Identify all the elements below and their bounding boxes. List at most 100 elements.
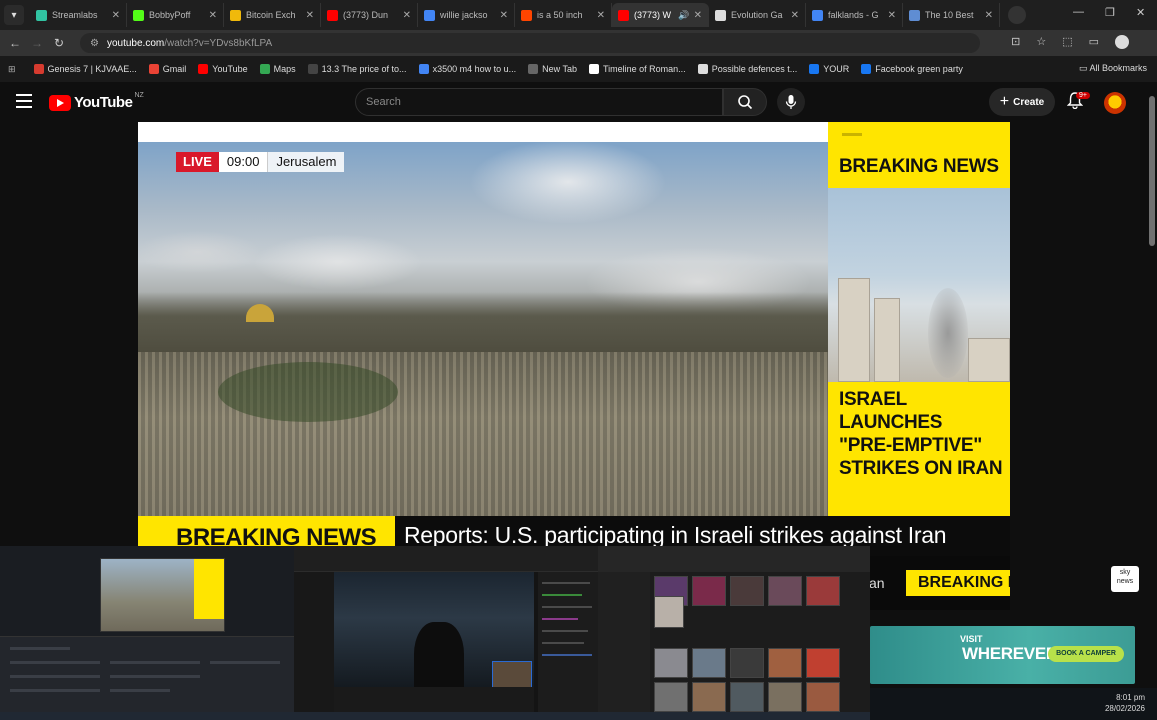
all-bookmarks-link[interactable]: ▭ All Bookmarks <box>1079 63 1147 74</box>
building <box>838 278 870 382</box>
bookmark-star-icon[interactable]: ☆ <box>1036 35 1046 49</box>
browser-toolbar: ← → ↻ ⚙ youtube.com /watch?v=YDvs8bKfLPA… <box>0 30 1157 56</box>
browser-tab[interactable]: (3773) Dun ✕ <box>321 3 418 27</box>
bookmark-label: x3500 m4 how to u... <box>432 64 517 74</box>
bookmark-favicon-icon <box>198 64 209 74</box>
tab-favicon-icon <box>133 9 144 21</box>
video-player[interactable]: LIVE 09:00 Jerusalem ▬▬ BREAKING NEWS IS… <box>138 122 1010 610</box>
close-window-icon[interactable]: ✕ <box>1136 6 1145 19</box>
notification-count-badge: 9+ <box>1076 92 1090 99</box>
tab-audio-icon[interactable]: 🔊 <box>678 10 689 21</box>
search-input[interactable]: Search <box>355 88 723 116</box>
city-skyline <box>138 292 828 352</box>
live-location: Jerusalem <box>267 152 345 172</box>
tab-label: willie jackso <box>440 10 488 20</box>
search-button[interactable] <box>723 88 767 116</box>
side-panel-logo: ▬▬ <box>842 128 862 139</box>
system-clock[interactable]: 8:01 pm 28/02/2026 <box>1105 692 1145 714</box>
youtube-logo-text: YouTube <box>74 94 133 111</box>
tab-close-icon[interactable]: ✕ <box>500 10 508 21</box>
bookmark-label: Possible defences t... <box>711 64 798 74</box>
tab-close-icon[interactable]: ✕ <box>888 10 896 21</box>
install-app-icon[interactable]: ⊡ <box>1011 35 1020 49</box>
ad-cta-button[interactable]: BOOK A CAMPER <box>1048 646 1124 662</box>
bookmark-item[interactable]: Maps <box>259 64 296 74</box>
window-preview-overlay <box>0 546 870 712</box>
bookmark-favicon-icon <box>307 64 318 74</box>
search-preview-sidebar <box>598 572 650 712</box>
bookmark-favicon-icon <box>148 64 159 74</box>
tab-close-icon[interactable]: ✕ <box>791 10 799 21</box>
tab-favicon-icon <box>327 9 338 21</box>
window-preview-obs[interactable] <box>0 546 294 712</box>
bookmark-item[interactable]: Gmail <box>148 64 186 74</box>
browser-tab[interactable]: Streamlabs ✕ <box>30 3 127 27</box>
clock-time: 8:01 pm <box>1116 693 1145 702</box>
voice-search-button[interactable] <box>777 88 805 116</box>
forward-icon[interactable]: → <box>26 36 48 50</box>
stream-preview-header <box>294 546 598 572</box>
maximize-icon[interactable]: ❐ <box>1105 6 1115 19</box>
side-headline: ISRAEL LAUNCHES "PRE-EMPTIVE" STRIKES ON… <box>839 388 1004 480</box>
window-preview-search[interactable] <box>598 546 870 712</box>
apps-grid-icon[interactable]: ⊞ <box>8 64 16 75</box>
account-avatar[interactable] <box>1104 92 1126 114</box>
bookmark-favicon-icon <box>588 64 599 74</box>
youtube-logo[interactable]: YouTube NZ <box>49 92 144 111</box>
browser-tab[interactable]: willie jackso ✕ <box>418 3 515 27</box>
bookmark-item[interactable]: x3500 m4 how to u... <box>418 64 517 74</box>
bookmark-item[interactable]: Genesis 7 | KJVAAE... <box>33 64 137 74</box>
browser-tab[interactable]: Bitcoin Exch ✕ <box>224 3 321 27</box>
bookmark-list: Genesis 7 | KJVAAE... Gmail YouTube Maps 13.… <box>33 64 975 74</box>
bookmark-item[interactable]: 13.3 The price of to... <box>307 64 407 74</box>
strap-breaking-news: BREAKING N <box>906 570 1010 596</box>
bookmark-item[interactable]: YOUR <box>809 64 849 74</box>
window-preview-stream[interactable] <box>294 546 598 712</box>
tab-search-button[interactable]: ▾ <box>4 5 24 25</box>
browser-tab[interactable]: BobbyPoff ✕ <box>127 3 224 27</box>
bookmark-item[interactable]: YouTube <box>198 64 248 74</box>
tab-close-icon[interactable]: ✕ <box>112 10 120 21</box>
smoke-plume <box>928 288 968 378</box>
tab-close-icon[interactable]: ✕ <box>597 10 605 21</box>
tab-close-icon[interactable]: ✕ <box>403 10 411 21</box>
browser-tab[interactable]: falklands - G ✕ <box>806 3 903 27</box>
browser-tab[interactable]: Evolution Ga ✕ <box>709 3 806 27</box>
scrollbar-thumb[interactable] <box>1149 96 1155 246</box>
tab-close-icon[interactable]: ✕ <box>985 10 993 21</box>
extensions-icon[interactable]: ⬚ <box>1062 35 1072 49</box>
bookmark-label: Facebook green party <box>875 64 963 74</box>
side-panel-header: ▬▬ BREAKING NEWS <box>828 122 1010 188</box>
address-bar[interactable]: ⚙ youtube.com /watch?v=YDvs8bKfLPA <box>80 33 980 53</box>
ad-visit: VISIT <box>960 634 983 644</box>
bookmark-item[interactable]: Timeline of Roman... <box>588 64 686 74</box>
browser-tab[interactable]: (3773) W 🔊 ✕ <box>612 3 709 27</box>
guide-menu-icon[interactable] <box>16 94 32 112</box>
browser-tab[interactable]: The 10 Best ✕ <box>903 3 1000 27</box>
new-tab-button[interactable] <box>1008 6 1026 24</box>
tab-close-icon[interactable]: ✕ <box>306 10 314 21</box>
tab-favicon-icon <box>618 9 629 21</box>
tab-close-icon[interactable]: ✕ <box>209 10 217 21</box>
ad-banner[interactable]: VISIT WHEREVER BOOK A CAMPER <box>870 626 1135 684</box>
site-info-icon[interactable]: ⚙ <box>90 38 99 49</box>
browser-tab[interactable]: is a 50 inch ✕ <box>515 3 612 27</box>
stream-preview-chat <box>538 572 598 712</box>
bookmark-label: Genesis 7 | KJVAAE... <box>47 64 137 74</box>
profile-avatar[interactable] <box>1115 35 1129 49</box>
reload-icon[interactable]: ↻ <box>48 36 70 50</box>
bookmark-item[interactable]: Possible defences t... <box>697 64 798 74</box>
back-icon[interactable]: ← <box>4 36 26 50</box>
bookmark-item[interactable]: Facebook green party <box>861 64 963 74</box>
bookmark-label: Maps <box>273 64 296 74</box>
live-badge: LIVE 09:00 Jerusalem <box>176 152 345 172</box>
minimize-icon[interactable]: — <box>1073 6 1084 18</box>
all-bookmarks-label: All Bookmarks <box>1089 63 1147 73</box>
tab-label: (3773) Dun <box>343 10 389 20</box>
breaking-news-side-panel: ▬▬ BREAKING NEWS ISRAEL LAUNCHES "PRE-EM… <box>828 122 1010 516</box>
tab-close-icon[interactable]: ✕ <box>694 10 702 21</box>
bookmark-item[interactable]: New Tab <box>528 64 577 74</box>
create-button[interactable]: + Create <box>989 88 1055 116</box>
cast-icon[interactable]: ▭ <box>1089 35 1099 49</box>
tab-label: falklands - G <box>828 10 879 20</box>
